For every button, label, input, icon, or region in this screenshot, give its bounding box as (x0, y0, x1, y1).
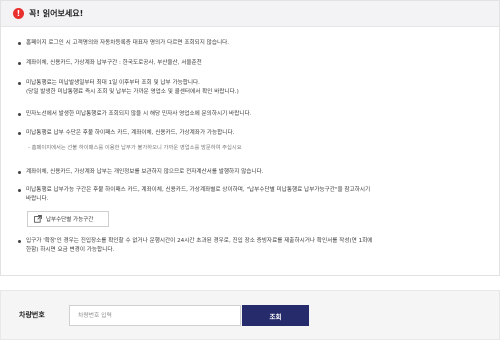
bullet-icon (18, 113, 21, 116)
notice-text: 미납통행료는 미납발생일부터 최대 1일 이후부터 조회 및 납부 가능합니다. (26, 80, 200, 86)
notice-text: 홈페이지 로그인 시 고객명의와 자동차등록증 대표자 명의가 다르면 조회되지… (26, 40, 230, 46)
search-button[interactable]: 조회 (242, 305, 309, 326)
notice-item: 홈페이지 로그인 시 고객명의와 자동차등록증 대표자 명의가 다르면 조회되지… (18, 39, 486, 48)
notice-item: 미납통행료 납부가능 구간은 후불 하이패스 카드, 계좌이체, 신용카드, 가… (18, 186, 486, 204)
notice-text: (당일 발생한 미납통행료 즉시 조회 및 납부는 가까운 영업소 및 콜센터에… (26, 89, 239, 95)
notice-item: 계좌이체, 신용카드, 가상계좌 납부구간 : 한국도로공사, 부산울산, 서울… (18, 59, 486, 68)
notice-box: ! 꼭! 읽어보세요! 홈페이지 로그인 시 고객명의와 자동차등록증 대표자 … (0, 0, 500, 276)
notice-text: 한함) 하시면 요금 변경이 가능합니다. (26, 247, 115, 253)
link-button-label: 납부수단별 가능구간 (46, 217, 94, 223)
notice-header: ! 꼭! 읽어보세요! (1, 1, 499, 27)
notice-text: 계좌이체, 신용카드, 가상계좌 납부구간 : 한국도로공사, 부산울산, 서울… (26, 60, 202, 66)
vehicle-number-input[interactable] (69, 305, 241, 326)
external-link-icon (34, 215, 42, 223)
notice-title: 꼭! 읽어보세요! (29, 9, 84, 18)
bullet-icon (18, 62, 21, 65)
alert-icon: ! (13, 8, 24, 19)
notice-item: 미납통행료 납부 수단은 후불 하이패스 카드, 계좌이체, 신용카드, 가상계… (18, 129, 486, 153)
notice-text: 미납통행료 납부가능 구간은 후불 하이패스 카드, 계좌이체, 신용카드, 가… (26, 187, 371, 193)
notice-text: 계좌이체, 신용카드, 가상계좌 납부는 개인정보를 보관하지 않으므로 전자계… (26, 169, 264, 175)
bullet-icon (18, 132, 21, 135)
notice-item: 계좌이체, 신용카드, 가상계좌 납부는 개인정보를 보관하지 않으므로 전자계… (18, 168, 486, 177)
notice-text: 미납통행료 납부 수단은 후불 하이패스 카드, 계좌이체, 신용카드, 가상계… (26, 130, 235, 136)
bullet-icon (18, 171, 21, 174)
notice-text: 입구가 '확장'인 경우는 진입장소를 확인할 수 없거나 운행시간이 24시간… (26, 238, 373, 244)
bullet-icon (18, 42, 21, 45)
notice-text: 바랍니다. (26, 196, 49, 202)
notice-sub-note: - 홈페이지에서는 선불 하이패스를 이용한 납부가 불가하오니 가까운 영업소… (28, 145, 242, 151)
bullet-icon (18, 189, 21, 192)
vehicle-number-label: 차량번호 (19, 311, 45, 319)
bullet-icon (18, 82, 21, 85)
notice-item: 입구가 '확장'인 경우는 진입장소를 확인할 수 없거나 운행시간이 24시간… (18, 237, 486, 255)
bullet-icon (18, 240, 21, 243)
notice-item: 민자노선에서 발생한 미납통행료가 조회되지 않을 시 해당 민자사 영업소에 … (18, 110, 486, 119)
notice-text: 민자노선에서 발생한 미납통행료가 조회되지 않을 시 해당 민자사 영업소에 … (26, 111, 252, 117)
notice-item: 미납통행료는 미납발생일부터 최대 1일 이후부터 조회 및 납부 가능합니다.… (18, 79, 486, 97)
vehicle-search-bar: 차량번호 조회 (0, 290, 500, 340)
payment-area-link-button[interactable]: 납부수단별 가능구간 (27, 211, 109, 227)
